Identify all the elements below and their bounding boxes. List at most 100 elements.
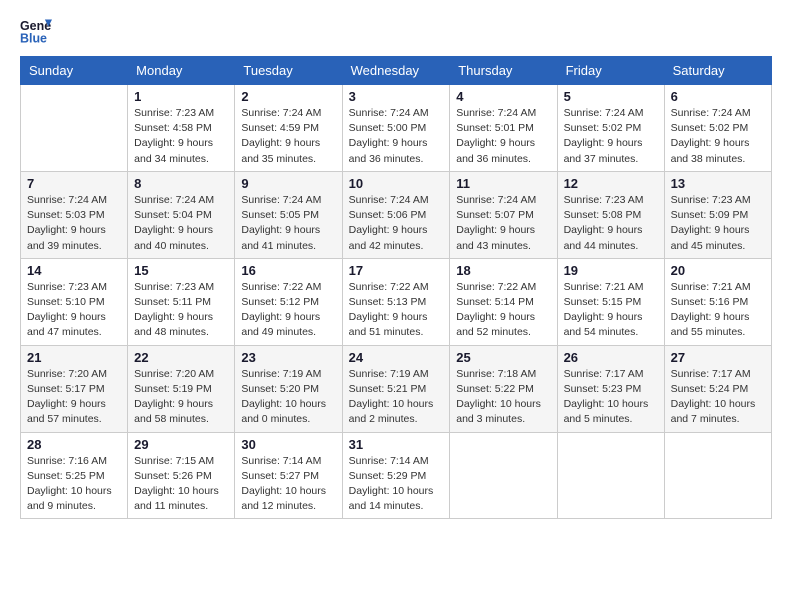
svg-text:Blue: Blue (20, 32, 47, 46)
day-info: Sunrise: 7:20 AM Sunset: 5:19 PM Dayligh… (134, 367, 228, 428)
day-info: Sunrise: 7:24 AM Sunset: 5:07 PM Dayligh… (456, 193, 550, 254)
calendar-body: 1 Sunrise: 7:23 AM Sunset: 4:58 PM Daylig… (21, 85, 772, 519)
day-info: Sunrise: 7:23 AM Sunset: 5:08 PM Dayligh… (564, 193, 658, 254)
day-info: Sunrise: 7:23 AM Sunset: 4:58 PM Dayligh… (134, 106, 228, 167)
calendar-day-cell (557, 432, 664, 519)
calendar-day-cell: 18 Sunrise: 7:22 AM Sunset: 5:14 PM Dayli… (450, 258, 557, 345)
day-number: 21 (27, 350, 121, 365)
day-number: 4 (456, 89, 550, 104)
calendar-header-cell: Friday (557, 57, 664, 85)
calendar-day-cell: 19 Sunrise: 7:21 AM Sunset: 5:15 PM Dayli… (557, 258, 664, 345)
calendar-day-cell: 5 Sunrise: 7:24 AM Sunset: 5:02 PM Daylig… (557, 85, 664, 172)
calendar-day-cell (664, 432, 771, 519)
day-number: 22 (134, 350, 228, 365)
day-info: Sunrise: 7:21 AM Sunset: 5:16 PM Dayligh… (671, 280, 765, 341)
day-info: Sunrise: 7:20 AM Sunset: 5:17 PM Dayligh… (27, 367, 121, 428)
day-number: 24 (349, 350, 444, 365)
day-info: Sunrise: 7:14 AM Sunset: 5:29 PM Dayligh… (349, 454, 444, 515)
day-info: Sunrise: 7:24 AM Sunset: 5:05 PM Dayligh… (241, 193, 335, 254)
day-info: Sunrise: 7:23 AM Sunset: 5:11 PM Dayligh… (134, 280, 228, 341)
calendar-week-row: 1 Sunrise: 7:23 AM Sunset: 4:58 PM Daylig… (21, 85, 772, 172)
calendar-day-cell: 1 Sunrise: 7:23 AM Sunset: 4:58 PM Daylig… (128, 85, 235, 172)
calendar-day-cell: 2 Sunrise: 7:24 AM Sunset: 4:59 PM Daylig… (235, 85, 342, 172)
day-number: 27 (671, 350, 765, 365)
day-info: Sunrise: 7:17 AM Sunset: 5:24 PM Dayligh… (671, 367, 765, 428)
day-info: Sunrise: 7:16 AM Sunset: 5:25 PM Dayligh… (27, 454, 121, 515)
day-info: Sunrise: 7:17 AM Sunset: 5:23 PM Dayligh… (564, 367, 658, 428)
day-info: Sunrise: 7:24 AM Sunset: 5:00 PM Dayligh… (349, 106, 444, 167)
day-info: Sunrise: 7:22 AM Sunset: 5:12 PM Dayligh… (241, 280, 335, 341)
day-number: 3 (349, 89, 444, 104)
day-number: 12 (564, 176, 658, 191)
logo: General Blue (20, 16, 52, 48)
day-info: Sunrise: 7:19 AM Sunset: 5:21 PM Dayligh… (349, 367, 444, 428)
day-info: Sunrise: 7:24 AM Sunset: 4:59 PM Dayligh… (241, 106, 335, 167)
day-info: Sunrise: 7:24 AM Sunset: 5:02 PM Dayligh… (671, 106, 765, 167)
calendar-day-cell: 15Sunrise: 7:23 AM Sunset: 5:11 PM Dayli… (128, 258, 235, 345)
day-number: 19 (564, 263, 658, 278)
day-number: 26 (564, 350, 658, 365)
day-info: Sunrise: 7:24 AM Sunset: 5:02 PM Dayligh… (564, 106, 658, 167)
calendar-header-cell: Saturday (664, 57, 771, 85)
calendar-day-cell: 16 Sunrise: 7:22 AM Sunset: 5:12 PM Dayli… (235, 258, 342, 345)
day-info: Sunrise: 7:23 AM Sunset: 5:09 PM Dayligh… (671, 193, 765, 254)
calendar-day-cell: 17Sunrise: 7:22 AM Sunset: 5:13 PM Dayli… (342, 258, 450, 345)
day-number: 16 (241, 263, 335, 278)
calendar-day-cell: 20Sunrise: 7:21 AM Sunset: 5:16 PM Dayli… (664, 258, 771, 345)
calendar-day-cell: 13Sunrise: 7:23 AM Sunset: 5:09 PM Dayli… (664, 171, 771, 258)
calendar-day-cell: 29 Sunrise: 7:15 AM Sunset: 5:26 PM Dayli… (128, 432, 235, 519)
calendar-day-cell: 7Sunrise: 7:24 AM Sunset: 5:03 PM Daylig… (21, 171, 128, 258)
page-header: General Blue (20, 16, 772, 48)
day-info: Sunrise: 7:14 AM Sunset: 5:27 PM Dayligh… (241, 454, 335, 515)
calendar-week-row: 21 Sunrise: 7:20 AM Sunset: 5:17 PM Dayli… (21, 345, 772, 432)
calendar-day-cell: 8Sunrise: 7:24 AM Sunset: 5:04 PM Daylig… (128, 171, 235, 258)
day-info: Sunrise: 7:21 AM Sunset: 5:15 PM Dayligh… (564, 280, 658, 341)
calendar-day-cell: 27 Sunrise: 7:17 AM Sunset: 5:24 PM Dayli… (664, 345, 771, 432)
day-number: 25 (456, 350, 550, 365)
day-info: Sunrise: 7:15 AM Sunset: 5:26 PM Dayligh… (134, 454, 228, 515)
calendar-week-row: 14 Sunrise: 7:23 AM Sunset: 5:10 PM Dayli… (21, 258, 772, 345)
calendar-header-row: SundayMondayTuesdayWednesdayThursdayFrid… (21, 57, 772, 85)
day-number: 18 (456, 263, 550, 278)
day-info: Sunrise: 7:22 AM Sunset: 5:14 PM Dayligh… (456, 280, 550, 341)
day-number: 6 (671, 89, 765, 104)
day-number: 1 (134, 89, 228, 104)
calendar-week-row: 28 Sunrise: 7:16 AM Sunset: 5:25 PM Dayli… (21, 432, 772, 519)
day-number: 2 (241, 89, 335, 104)
calendar-day-cell: 28 Sunrise: 7:16 AM Sunset: 5:25 PM Dayli… (21, 432, 128, 519)
calendar-day-cell: 24 Sunrise: 7:19 AM Sunset: 5:21 PM Dayli… (342, 345, 450, 432)
calendar-header-cell: Monday (128, 57, 235, 85)
day-number: 8 (134, 176, 228, 191)
calendar-header-cell: Thursday (450, 57, 557, 85)
day-info: Sunrise: 7:19 AM Sunset: 5:20 PM Dayligh… (241, 367, 335, 428)
calendar-day-cell (21, 85, 128, 172)
calendar-day-cell: 25 Sunrise: 7:18 AM Sunset: 5:22 PM Dayli… (450, 345, 557, 432)
calendar-day-cell: 9 Sunrise: 7:24 AM Sunset: 5:05 PM Daylig… (235, 171, 342, 258)
day-info: Sunrise: 7:23 AM Sunset: 5:10 PM Dayligh… (27, 280, 121, 341)
day-number: 17 (349, 263, 444, 278)
calendar-day-cell: 31 Sunrise: 7:14 AM Sunset: 5:29 PM Dayli… (342, 432, 450, 519)
calendar-day-cell: 22 Sunrise: 7:20 AM Sunset: 5:19 PM Dayli… (128, 345, 235, 432)
day-number: 28 (27, 437, 121, 452)
calendar-day-cell: 26 Sunrise: 7:17 AM Sunset: 5:23 PM Dayli… (557, 345, 664, 432)
day-number: 10 (349, 176, 444, 191)
calendar-day-cell: 10 Sunrise: 7:24 AM Sunset: 5:06 PM Dayli… (342, 171, 450, 258)
calendar-day-cell: 6 Sunrise: 7:24 AM Sunset: 5:02 PM Daylig… (664, 85, 771, 172)
day-number: 9 (241, 176, 335, 191)
day-info: Sunrise: 7:24 AM Sunset: 5:06 PM Dayligh… (349, 193, 444, 254)
day-number: 5 (564, 89, 658, 104)
calendar-header-cell: Sunday (21, 57, 128, 85)
logo-icon: General Blue (20, 16, 52, 48)
day-number: 14 (27, 263, 121, 278)
calendar-day-cell (450, 432, 557, 519)
day-number: 11 (456, 176, 550, 191)
day-number: 7 (27, 176, 121, 191)
day-info: Sunrise: 7:18 AM Sunset: 5:22 PM Dayligh… (456, 367, 550, 428)
day-number: 30 (241, 437, 335, 452)
calendar-table: SundayMondayTuesdayWednesdayThursdayFrid… (20, 56, 772, 519)
day-info: Sunrise: 7:24 AM Sunset: 5:01 PM Dayligh… (456, 106, 550, 167)
calendar-day-cell: 4 Sunrise: 7:24 AM Sunset: 5:01 PM Daylig… (450, 85, 557, 172)
calendar-day-cell: 30 Sunrise: 7:14 AM Sunset: 5:27 PM Dayli… (235, 432, 342, 519)
day-number: 31 (349, 437, 444, 452)
day-number: 29 (134, 437, 228, 452)
